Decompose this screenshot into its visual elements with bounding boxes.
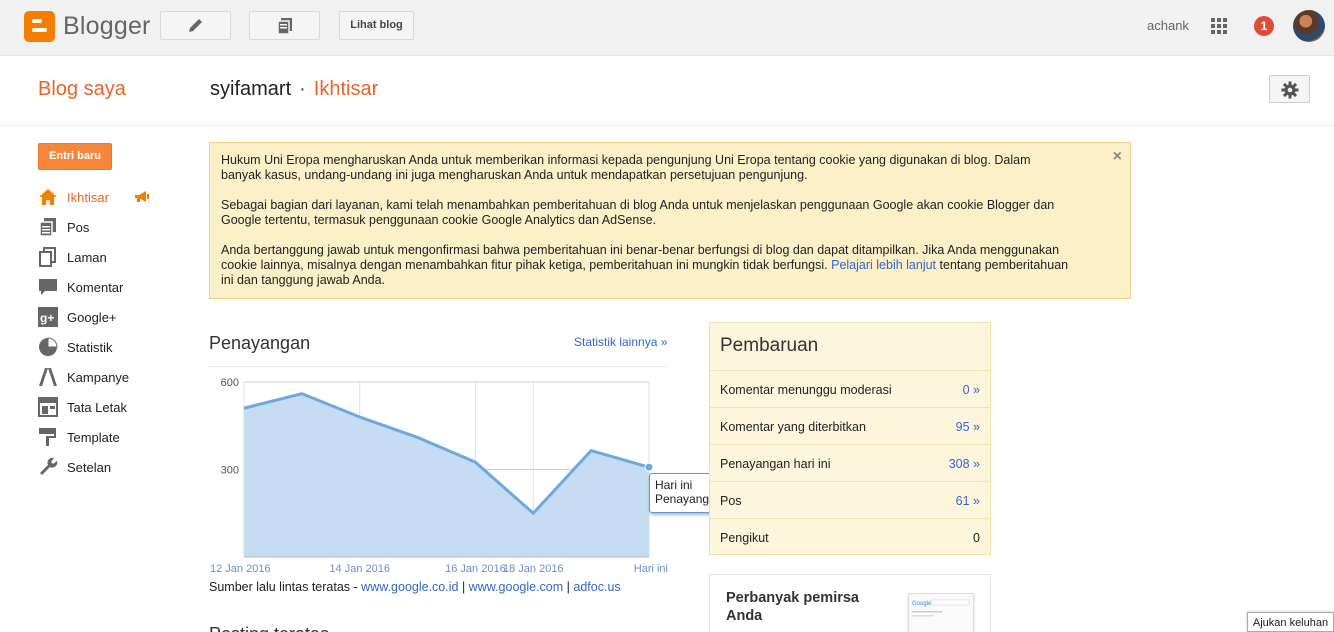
section-divider [209,366,669,367]
sidebar-item-label: Kampanye [67,370,130,385]
sidebar-item-label: Setelan [67,460,112,475]
sidebar-item-settings[interactable]: Setelan [38,457,178,481]
sidebar-item-label: Laman [67,250,107,265]
layout-icon [38,397,58,417]
home-icon [39,189,57,205]
sidebar-item-stats[interactable]: Statistik [38,337,178,361]
page-title: Ikhtisar [313,78,379,100]
breadcrumb: syifamart · Ikhtisar [210,78,378,101]
sidebar-item-label: Template [67,430,120,445]
sidebar-item-label: Google+ [67,310,117,325]
sources-label: Sumber lalu lintas teratas - [209,580,358,594]
grow-audience-card[interactable]: Perbanyak pemirsa Anda Google [709,574,991,632]
sidebar-item-pages[interactable]: Laman [38,247,178,271]
pageviews-title: Penayangan [209,333,311,353]
posts-list-button[interactable] [249,11,320,40]
search-preview-thumbnail: Google [908,593,974,632]
y-tick-label: 600 [221,377,239,389]
updates-panel: Pembaruan Komentar menunggu moderasi 0 »… [709,322,991,555]
update-row: Komentar menunggu moderasi 0 » [710,370,990,407]
more-stats-link[interactable]: Statistik lainnya » [574,335,667,349]
notification-badge[interactable]: 1 [1254,16,1274,36]
update-value: 0 [973,531,980,545]
svg-text:Google: Google [912,601,932,607]
update-value-link[interactable]: 95 » [956,420,980,434]
sidebar-item-template[interactable]: Template [38,427,178,451]
header-divider [0,125,1334,126]
cookie-notice: Hukum Uni Eropa mengharuskan Anda untuk … [209,142,1131,299]
megaphone-icon[interactable] [134,190,150,204]
blogger-logo-icon[interactable] [24,11,55,42]
update-row: Komentar yang diterbitkan 95 » [710,407,990,444]
top-posts-title: Posting teratas [209,624,329,632]
update-value-link[interactable]: 61 » [956,494,980,508]
x-tick-label: 18 Jan 2016 [503,563,564,575]
sidebar-item-label: Statistik [67,340,113,355]
view-blog-button[interactable]: Lihat blog [339,11,414,40]
update-row: Penayangan hari ini 308 » [710,444,990,481]
x-tick-label: 12 Jan 2016 [210,563,271,575]
sidebar-item-label: Komentar [67,280,124,295]
comment-icon [39,279,57,295]
template-icon [39,428,56,446]
gear-icon [1281,81,1299,99]
breadcrumb-separator: · [299,78,306,100]
grow-title: Perbanyak pemirsa Anda [726,590,859,624]
notice-paragraph: Sebagai bagian dari layanan, kami telah … [221,198,1055,227]
top-bar: Blogger Lihat blog achank 1 [0,0,1334,56]
update-row: Pos 61 » [710,481,990,518]
x-tick-label: 16 Jan 2016 [445,563,506,575]
x-tick-label: Hari ini [634,563,668,575]
apps-grid-icon[interactable] [1211,18,1227,34]
sidebar-item-label: Tata Letak [67,400,127,415]
google-search-icon: Google [912,599,970,617]
new-post-sidebar-button[interactable]: Entri baru [38,143,112,170]
close-icon[interactable]: × [1113,149,1122,165]
updates-title: Pembaruan [720,335,819,356]
update-value-link[interactable]: 0 » [963,383,980,397]
my-blogs-link[interactable]: Blog saya [38,78,126,101]
posts-icon [39,218,56,237]
app-name[interactable]: Blogger [63,12,151,41]
sidebar-item-layout[interactable]: Tata Letak [38,397,178,421]
username[interactable]: achank [1147,18,1189,33]
update-value-link[interactable]: 308 » [949,457,980,471]
notice-paragraph: Hukum Uni Eropa mengharuskan Anda untuk … [221,153,1031,182]
stats-icon [39,337,58,356]
posts-icon [277,18,292,35]
source-link[interactable]: www.google.com [469,580,564,594]
sidebar-item-overview[interactable]: Ikhtisar [38,187,178,211]
x-tick-label: 14 Jan 2016 [329,563,390,575]
sidebar-item-posts[interactable]: Pos [38,217,178,241]
source-link[interactable]: adfoc.us [573,580,620,594]
sidebar-item-label: Pos [67,220,90,235]
learn-more-link[interactable]: Pelajari lebih lanjut [831,258,936,272]
y-tick-label: 300 [221,465,239,477]
new-post-button[interactable] [160,11,231,40]
svg-text:g+: g+ [40,311,54,325]
blog-name[interactable]: syifamart [210,78,291,100]
traffic-sources: Sumber lalu lintas teratas - www.google.… [209,580,621,594]
google-plus-icon: g+ [38,307,58,327]
feedback-button[interactable]: Ajukan keluhan [1247,612,1334,632]
avatar[interactable] [1293,10,1325,42]
notice-paragraph: Anda bertanggung jawab untuk mengonfirma… [221,243,1069,287]
pages-icon [39,247,56,267]
wrench-icon [40,457,58,475]
sidebar-item-label: Ikhtisar [67,190,109,205]
settings-button[interactable] [1269,75,1310,103]
sidebar-item-google-plus[interactable]: g+ Google+ [38,307,178,331]
series-area [244,393,649,557]
adwords-icon [39,368,57,386]
data-point [644,462,654,472]
pencil-icon [189,19,202,32]
source-link[interactable]: www.google.co.id [361,580,458,594]
pageviews-chart[interactable]: 300 600 12 Jan 2016 14 Jan 2016 16 Jan 20161… [209,372,671,578]
sidebar-item-campaigns[interactable]: Kampanye [38,367,178,391]
update-row: Pengikut 0 [710,518,990,555]
sidebar-item-comments[interactable]: Komentar [38,277,178,301]
